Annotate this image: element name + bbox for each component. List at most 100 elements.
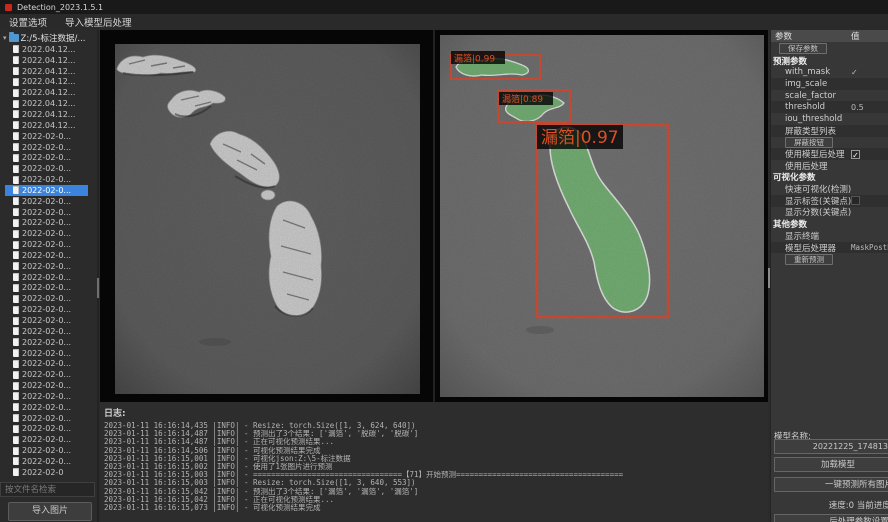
tree-item[interactable]: 2022.04.12... bbox=[5, 109, 88, 120]
file-icon bbox=[13, 425, 19, 433]
param-row[interactable]: 使用后处理 bbox=[771, 160, 888, 172]
import-images-button[interactable]: 导入图片 bbox=[8, 502, 92, 521]
tree-item[interactable]: 2022-02-0... bbox=[5, 348, 88, 359]
tree-item[interactable]: 2022-02-0... bbox=[5, 228, 88, 239]
left-divider-thumb[interactable] bbox=[97, 278, 99, 298]
model-name-field[interactable]: 20221225_174813 bbox=[774, 439, 888, 454]
tree-item[interactable]: 2022-02-0... bbox=[5, 326, 88, 337]
param-label: 使用模型后处理 bbox=[785, 148, 845, 160]
param-row[interactable]: iou_threshold bbox=[771, 113, 888, 125]
tree-item[interactable]: 2022-02-0... bbox=[5, 163, 88, 174]
tree-item[interactable]: 2022-02-0... bbox=[5, 293, 88, 304]
param-row[interactable]: 使用模型后处理 ✓ bbox=[771, 148, 888, 160]
param-row[interactable]: 显示标签(关键点) bbox=[771, 195, 888, 207]
tree-item[interactable]: 2022.04.12... bbox=[5, 87, 88, 98]
log-title: 日志: bbox=[104, 406, 768, 419]
tree-item-label: 2022.04.12... bbox=[22, 67, 75, 76]
checkbox[interactable] bbox=[851, 196, 860, 205]
tree-item[interactable]: 2022.04.12... bbox=[5, 77, 88, 88]
tree-item[interactable]: 2022-02-0... bbox=[5, 152, 88, 163]
file-icon bbox=[13, 327, 19, 335]
tree-item[interactable]: 2022-02-0... bbox=[5, 358, 88, 369]
tree-item[interactable]: 2022-02-0... bbox=[5, 434, 88, 445]
file-list: 2022.04.12...2022.04.12...2022.04.12...2… bbox=[0, 44, 97, 478]
mask-types-button[interactable]: 屏蔽按钮 bbox=[785, 137, 833, 148]
file-icon bbox=[13, 89, 19, 97]
tree-item[interactable]: 2022-02-0... bbox=[5, 304, 88, 315]
param-row[interactable]: threshold0.5 bbox=[771, 101, 888, 113]
param-row[interactable]: 快速可视化(检测) bbox=[771, 183, 888, 195]
file-icon bbox=[13, 56, 19, 64]
image-splitter[interactable] bbox=[433, 30, 435, 402]
file-icon bbox=[13, 230, 19, 238]
tree-item[interactable]: 2022.04.12... bbox=[5, 98, 88, 109]
tree-item[interactable]: 2022-02-0... bbox=[5, 185, 88, 196]
tree-item-label: 2022-02-0... bbox=[22, 316, 71, 325]
tree-item[interactable]: 2022-02-0... bbox=[5, 315, 88, 326]
tree-item[interactable]: 2022-02-0... bbox=[5, 272, 88, 283]
tree-item-label: 2022-02-0... bbox=[22, 143, 71, 152]
param-row[interactable]: 显示分数(关键点) bbox=[771, 207, 888, 219]
tree-item[interactable]: 2022-02-0... bbox=[5, 218, 88, 229]
postprocess-params-button[interactable]: 后处理参数设置 bbox=[774, 514, 888, 522]
tree-item[interactable]: 2022-02-0... bbox=[5, 131, 88, 142]
chevron-down-icon[interactable]: ▾ bbox=[3, 34, 7, 42]
tree-item[interactable]: 2022-02-0... bbox=[5, 261, 88, 272]
re-predict-button[interactable]: 重新预测 bbox=[785, 254, 833, 265]
progress-text: 速度:0 当前进度:0 bbox=[774, 499, 888, 511]
param-label: scale_factor bbox=[785, 91, 836, 101]
image-original[interactable] bbox=[115, 44, 420, 394]
tree-item[interactable]: 2022.04.12... bbox=[5, 66, 88, 77]
file-icon bbox=[13, 317, 19, 325]
predict-all-button[interactable]: 一键预测所有图片 bbox=[774, 477, 888, 492]
tree-item[interactable]: 2022-02-0... bbox=[5, 445, 88, 456]
tree-item[interactable]: 2022.04.12... bbox=[5, 120, 88, 131]
tree-root[interactable]: ▾ Z:/5-标注数据/... bbox=[0, 32, 97, 44]
tree-item[interactable]: 2022-02-0... bbox=[5, 424, 88, 435]
tree-item-label: 2022.04.12... bbox=[22, 77, 75, 86]
tree-item[interactable]: 2022-02-0... bbox=[5, 250, 88, 261]
image-prediction[interactable]: 漏箔|0.99 漏箔|0.89 漏箔|0.97 bbox=[440, 35, 764, 397]
tree-item-label: 2022-02-0... bbox=[22, 305, 71, 314]
tree-item[interactable]: 2022-02-0... bbox=[5, 283, 88, 294]
tree-item[interactable]: 2022-02-0... bbox=[5, 337, 88, 348]
param-row[interactable]: 屏蔽类型列表 bbox=[771, 125, 888, 137]
tree-item[interactable]: 2022-02-0... bbox=[5, 380, 88, 391]
checkbox[interactable]: ✓ bbox=[851, 150, 860, 159]
file-icon bbox=[13, 403, 19, 411]
tree-item[interactable]: 2022-02-0... bbox=[5, 196, 88, 207]
tree-item[interactable]: 2022-02-0... bbox=[5, 174, 88, 185]
menu-item-0[interactable]: 设置选项 bbox=[0, 15, 56, 29]
tree-item[interactable]: 2022-02-0... bbox=[5, 239, 88, 250]
search-input[interactable] bbox=[0, 482, 95, 497]
tree-item-label: 2022-02-0... bbox=[22, 349, 71, 358]
save-params-button[interactable]: 保存参数 bbox=[779, 43, 827, 54]
param-row[interactable]: 模型后处理器MaskPostPro bbox=[771, 242, 888, 254]
tree-item-label: 2022-02-0... bbox=[22, 164, 71, 173]
tree-item[interactable]: 2022-02-0 bbox=[5, 467, 88, 478]
menu-item-1[interactable]: 导入模型后处理 bbox=[56, 15, 141, 29]
log-lines: 2023-01-11 16:16:14,435 |INFO| - Resize:… bbox=[104, 422, 768, 512]
file-icon bbox=[13, 197, 19, 205]
file-icon bbox=[13, 414, 19, 422]
file-icon bbox=[13, 45, 19, 53]
file-icon bbox=[13, 219, 19, 227]
param-row[interactable]: img_scale bbox=[771, 78, 888, 90]
tree-item[interactable]: 2022-02-0... bbox=[5, 369, 88, 380]
load-model-button[interactable]: 加载模型 bbox=[774, 457, 888, 472]
param-row[interactable]: 显示终端 bbox=[771, 230, 888, 242]
tree-item[interactable]: 2022-02-0... bbox=[5, 391, 88, 402]
tree-item[interactable]: 2022-02-0... bbox=[5, 413, 88, 424]
file-icon bbox=[13, 295, 19, 303]
param-label: with_mask bbox=[785, 67, 830, 77]
tree-item[interactable]: 2022.04.12... bbox=[5, 55, 88, 66]
param-row[interactable]: scale_factor bbox=[771, 90, 888, 102]
tree-item[interactable]: 2022-02-0... bbox=[5, 142, 88, 153]
tree-item[interactable]: 2022.04.12... bbox=[5, 44, 88, 55]
tree-item[interactable]: 2022-02-0... bbox=[5, 207, 88, 218]
tree-item[interactable]: 2022-02-0... bbox=[5, 456, 88, 467]
tree-item[interactable]: 2022-02-0... bbox=[5, 402, 88, 413]
param-row[interactable]: with_mask✓ bbox=[771, 66, 888, 78]
tree-item-label: 2022-02-0... bbox=[22, 370, 71, 379]
file-icon bbox=[13, 241, 19, 249]
